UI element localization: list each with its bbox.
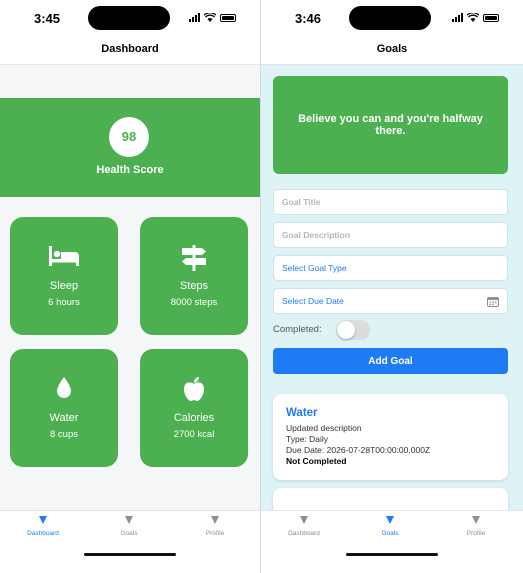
due-date-select[interactable]: Select Due Date: [273, 288, 508, 314]
tab-label: Profile: [205, 530, 225, 537]
tab-profile[interactable]: Profile: [185, 516, 245, 537]
tab-dashboard[interactable]: Dashboard: [274, 516, 334, 537]
dashboard-tab-icon: [300, 516, 308, 524]
tab-label: Goals: [120, 530, 138, 537]
health-score-banner: 98 Health Score: [0, 98, 260, 197]
profile-tab-icon: [472, 516, 480, 524]
tab-label: Profile: [466, 530, 486, 537]
health-score-value: 98: [109, 117, 149, 157]
calories-title: Calories: [173, 412, 215, 424]
goal-type-select[interactable]: Select Goal Type: [273, 255, 508, 281]
dashboard-tab-icon: [39, 516, 47, 524]
goal-title-input[interactable]: Goal Title: [273, 189, 508, 215]
nav-bar: Dashboard: [0, 34, 260, 65]
status-time: 3:46: [295, 11, 322, 26]
apple-icon: [140, 376, 248, 402]
add-goal-button[interactable]: Add Goal: [273, 348, 508, 374]
tab-goals[interactable]: Goals: [99, 516, 159, 537]
goals-screen: 3:46 Goals Believe you can and you're ha…: [261, 0, 523, 573]
calories-value: 2700 kcal: [173, 429, 215, 440]
completed-toggle[interactable]: [336, 320, 370, 340]
toggle-knob: [337, 321, 355, 339]
wifi-icon: [204, 13, 216, 22]
water-value: 8 cups: [50, 429, 78, 440]
goal-description-input[interactable]: Goal Description: [273, 222, 508, 248]
tab-label: Dashboard: [27, 530, 59, 537]
calendar-icon[interactable]: [487, 296, 499, 307]
home-indicator: [84, 553, 176, 556]
wifi-icon: [467, 13, 479, 22]
status-bar: 3:46: [261, 0, 523, 34]
completed-label: Completed:: [273, 324, 322, 335]
goal-item-description: Updated description: [286, 423, 362, 433]
due-date-label: Select Due Date: [282, 296, 344, 306]
tab-label: Dashboard: [288, 530, 320, 537]
steps-card[interactable]: Steps 8000 steps: [140, 217, 248, 335]
steps-title: Steps: [179, 280, 209, 292]
sleep-value: 6 hours: [48, 297, 80, 308]
status-icons: [189, 13, 236, 22]
dashboard-screen: 3:45 Dashboard 98 Health Score Sleep 6 h…: [0, 0, 260, 573]
signpost-icon: [140, 244, 248, 271]
home-indicator: [346, 553, 438, 556]
tab-bar: Dashboard Goals Profile: [0, 510, 260, 573]
sleep-title: Sleep: [49, 280, 79, 292]
dynamic-island: [349, 6, 431, 30]
profile-tab-icon: [211, 516, 219, 524]
bed-icon: [10, 244, 118, 270]
motivational-quote: Believe you can and you're halfway there…: [273, 76, 508, 174]
status-time: 3:45: [34, 11, 61, 26]
steps-value: 8000 steps: [170, 297, 218, 308]
tab-dashboard[interactable]: Dashboard: [13, 516, 73, 537]
drop-icon: [10, 376, 118, 402]
tab-label: Goals: [381, 530, 399, 537]
signal-icon: [452, 13, 463, 22]
water-title: Water: [49, 412, 79, 424]
tab-goals[interactable]: Goals: [360, 516, 420, 537]
goal-item-type: Type: Daily: [286, 434, 329, 444]
goal-list-item[interactable]: Water Updated description Type: Daily Du…: [273, 394, 508, 480]
status-icons: [452, 13, 499, 22]
goal-item-due-date: Due Date: 2026-07-28T00:00:00.000Z: [286, 445, 431, 455]
water-card[interactable]: Water 8 cups: [10, 349, 118, 467]
status-bar: 3:45: [0, 0, 260, 34]
nav-bar: Goals: [261, 34, 523, 65]
page-title: Goals: [376, 43, 408, 55]
sleep-card[interactable]: Sleep 6 hours: [10, 217, 118, 335]
goal-item-status: Not Completed: [286, 456, 347, 466]
battery-icon: [483, 13, 499, 22]
page-title: Dashboard: [101, 43, 159, 55]
goals-tab-icon: [386, 516, 394, 524]
goals-tab-icon: [125, 516, 133, 524]
battery-icon: [220, 13, 236, 22]
goal-item-title: Water: [286, 407, 318, 419]
dynamic-island: [88, 6, 170, 30]
signal-icon: [189, 13, 200, 22]
health-score-label: Health Score: [96, 164, 164, 176]
tab-bar: Dashboard Goals Profile: [261, 510, 523, 573]
calories-card[interactable]: Calories 2700 kcal: [140, 349, 248, 467]
tab-profile[interactable]: Profile: [446, 516, 506, 537]
